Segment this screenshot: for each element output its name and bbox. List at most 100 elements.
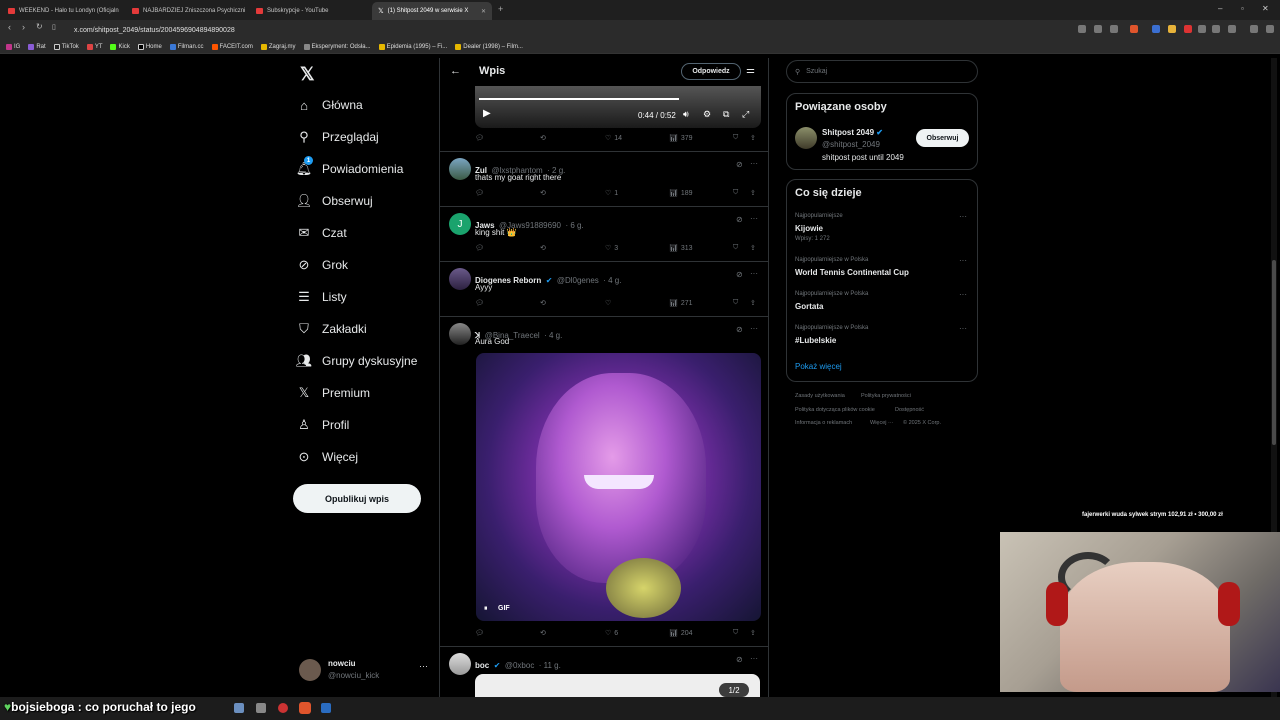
- footer-link-more[interactable]: Więcej ···: [870, 420, 894, 426]
- share-icon[interactable]: ⇪: [750, 629, 756, 637]
- nav-item-more[interactable]: ⊙ Więcej: [296, 447, 358, 467]
- close-window-icon[interactable]: ✕: [1262, 4, 1269, 13]
- play-icon[interactable]: ▶: [483, 108, 491, 119]
- repost-icon[interactable]: ⟲: [540, 299, 546, 307]
- bookmark-item[interactable]: Epidemia (1995) – Fi...: [378, 43, 447, 50]
- repost-icon[interactable]: ⟲: [540, 134, 546, 142]
- more-dots-icon[interactable]: ···: [419, 661, 428, 671]
- share-icon[interactable]: ⇪: [750, 299, 756, 307]
- follow-button[interactable]: Obserwuj: [916, 129, 969, 147]
- bookmark-item[interactable]: YT: [86, 43, 102, 50]
- nav-item-profile[interactable]: ♙ Profil: [296, 415, 349, 435]
- reply-icon[interactable]: 💬︎: [475, 189, 484, 197]
- share-icon[interactable]: ⇪: [750, 189, 756, 197]
- forward-icon[interactable]: ›: [22, 22, 25, 32]
- fullscreen-icon[interactable]: ⤢: [742, 109, 749, 120]
- repost-icon[interactable]: ⟲: [540, 189, 546, 197]
- repost-icon[interactable]: ⟲: [540, 629, 546, 637]
- nav-item-lists[interactable]: ☰ Listy: [296, 287, 347, 307]
- video-progress[interactable]: [479, 98, 679, 100]
- video-player[interactable]: ▶ 0:44 / 0:52 🔊︎ ⚙ ⧉ ⤢: [475, 86, 761, 128]
- share-icon[interactable]: [1110, 25, 1118, 33]
- maximize-icon[interactable]: ▫: [1241, 4, 1244, 13]
- gif-media[interactable]: ⏸ GIF: [476, 353, 761, 621]
- tab-shitpost[interactable]: 𝕏 (1) Shitpost 2049 w serwisie X ✕: [372, 2, 492, 20]
- bookmark-icon[interactable]: ⛉: [733, 244, 738, 252]
- views-button[interactable]: 📊︎ 204: [669, 629, 693, 638]
- tab-subskrypcje[interactable]: Subskrypcje - YouTube: [250, 3, 370, 18]
- more-dots-icon[interactable]: ···: [959, 324, 967, 333]
- footer-link-terms[interactable]: Zasady użytkowania: [795, 393, 845, 399]
- repost-icon[interactable]: ⟲: [540, 244, 546, 252]
- trend-item[interactable]: Najpopularniejsze w Polska #Lubelskie ··…: [786, 321, 978, 351]
- brave-icon[interactable]: [299, 702, 311, 714]
- bookmark-page-icon[interactable]: ▯: [52, 23, 56, 31]
- bookmark-item[interactable]: Zagraj.my: [260, 43, 296, 50]
- bookmark-icon[interactable]: ⛉: [733, 299, 738, 307]
- share-icon[interactable]: ⇪: [750, 134, 756, 142]
- reply-icon[interactable]: 💬︎: [475, 299, 484, 307]
- bookmark-item[interactable]: Home: [137, 43, 162, 50]
- nav-item-bookmarks[interactable]: ⛉ Zakładki: [296, 319, 367, 339]
- reply-icon[interactable]: 💬︎: [475, 629, 484, 637]
- extension-icon[interactable]: [1184, 25, 1192, 33]
- more-dots-icon[interactable]: ···: [750, 159, 758, 168]
- grok-icon[interactable]: ⊘: [736, 160, 743, 169]
- scrollbar-thumb[interactable]: [1272, 260, 1276, 445]
- more-dots-icon[interactable]: ···: [959, 256, 967, 265]
- nav-item-follow[interactable]: 👤︎ Obserwuj: [296, 191, 373, 211]
- show-more-link[interactable]: Pokaż więcej: [795, 362, 842, 371]
- extension-icon[interactable]: [1168, 25, 1176, 33]
- like-button[interactable]: ♡ 6: [605, 629, 618, 638]
- more-dots-icon[interactable]: ···: [750, 324, 758, 333]
- bookmark-icon[interactable]: ⛉: [733, 629, 738, 637]
- views-button[interactable]: 📊︎ 271: [669, 299, 693, 308]
- app-icon[interactable]: [278, 703, 288, 713]
- footer-link-accessibility[interactable]: Dostępność: [895, 407, 924, 413]
- new-tab-button[interactable]: +: [498, 4, 503, 14]
- bookmark-item[interactable]: Kick: [110, 43, 130, 50]
- zoom-icon[interactable]: [1094, 25, 1102, 33]
- share-icon[interactable]: ⇪: [750, 244, 756, 252]
- back-arrow-icon[interactable]: ←: [450, 65, 461, 77]
- x-logo[interactable]: 𝕏: [300, 64, 315, 85]
- bookmark-item[interactable]: IG: [6, 43, 20, 50]
- gif-pause-icon[interactable]: ⏸: [484, 605, 488, 613]
- bookmark-icon[interactable]: ⛉: [733, 134, 738, 142]
- tab-najbardziej[interactable]: NAJBARDZIEJ Zniszczona Psychiczni: [126, 3, 248, 18]
- back-icon[interactable]: ‹: [8, 22, 11, 32]
- nav-item-chat[interactable]: ✉ Czat: [296, 223, 347, 243]
- more-dots-icon[interactable]: ···: [959, 212, 967, 221]
- bookmark-item[interactable]: Rat: [28, 43, 46, 50]
- more-dots-icon[interactable]: ···: [750, 269, 758, 278]
- reply-icon[interactable]: 💬︎: [475, 244, 484, 252]
- reply-tweet[interactable]: boc ✔ @0xboc · 11 g. ⊘ ··· 1/2: [440, 647, 768, 697]
- more-dots-icon[interactable]: ···: [750, 214, 758, 223]
- trend-item[interactable]: Najpopularniejsze w Polska Gortata ···: [786, 287, 978, 317]
- reply-icon[interactable]: 💬︎: [475, 134, 484, 142]
- bookmark-item[interactable]: TikTok: [53, 43, 79, 50]
- search-input[interactable]: ⚲ Szukaj: [786, 60, 978, 83]
- like-button[interactable]: ♡ 3: [605, 244, 618, 253]
- tab-weekend[interactable]: WEEKEND - Hało tu Londyn (Oficjaln: [2, 3, 124, 18]
- playlist-icon[interactable]: [1250, 25, 1258, 33]
- bookmark-icon[interactable]: ⛉: [733, 189, 738, 197]
- reply-button[interactable]: Odpowiedz: [681, 63, 741, 80]
- pip-icon[interactable]: ⧉: [723, 109, 729, 120]
- steam-icon[interactable]: [321, 703, 331, 713]
- nav-item-notifications[interactable]: 🔔︎ 1 Powiadomienia: [296, 156, 403, 179]
- grok-icon[interactable]: ⊘: [736, 270, 743, 279]
- grok-icon[interactable]: ⊘: [736, 655, 743, 664]
- like-icon[interactable]: ♡: [605, 299, 611, 307]
- brave-shield-icon[interactable]: [1130, 25, 1138, 33]
- like-button[interactable]: ♡ 14: [605, 134, 622, 143]
- more-dots-icon[interactable]: ···: [959, 290, 967, 299]
- link-icon[interactable]: [1228, 25, 1236, 33]
- post-button[interactable]: Opublikuj wpis: [293, 484, 421, 513]
- grok-icon[interactable]: ⊘: [736, 215, 743, 224]
- nav-item-premium[interactable]: 𝕏 Premium: [296, 383, 370, 403]
- avatar[interactable]: [795, 127, 817, 149]
- download-icon[interactable]: [1212, 25, 1220, 33]
- views-button[interactable]: 📊︎ 189: [669, 189, 693, 198]
- close-tab-icon[interactable]: ✕: [481, 8, 486, 15]
